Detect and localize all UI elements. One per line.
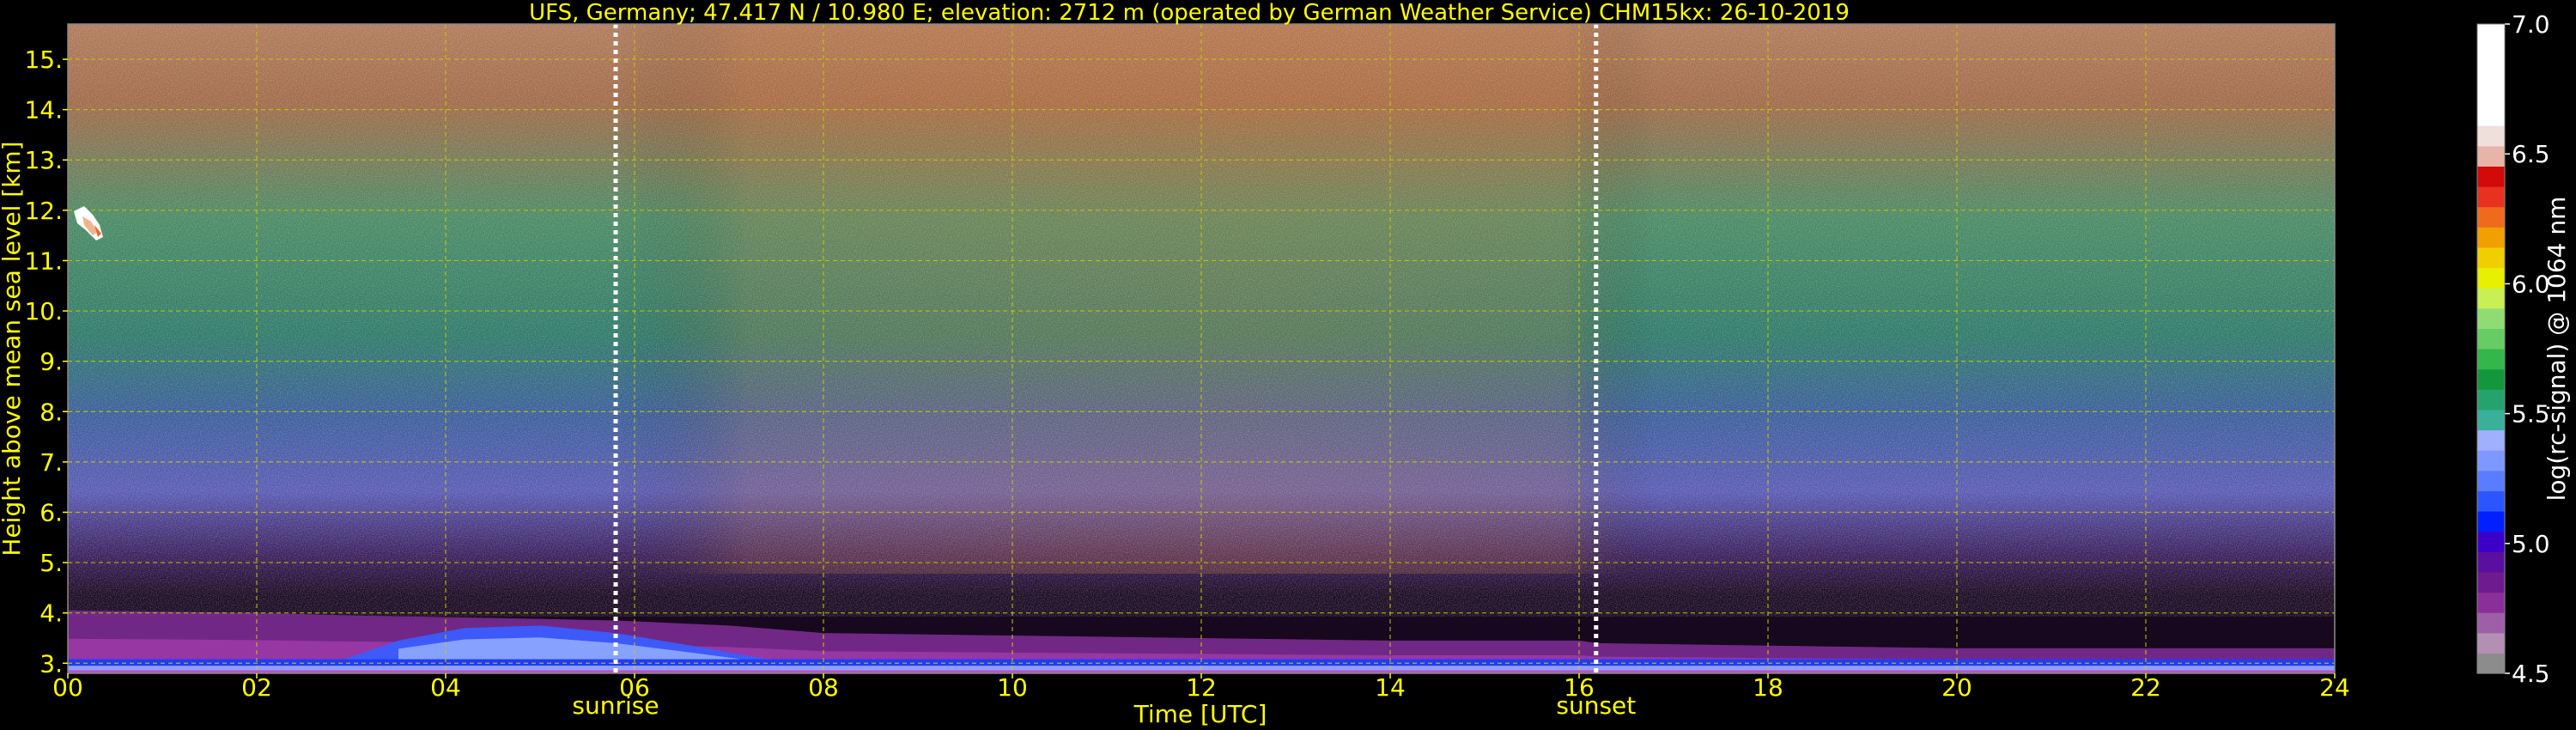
colorbar-segment — [2477, 267, 2505, 289]
colorbar-segment — [2477, 368, 2505, 390]
x-tick-label: 20 — [1941, 673, 1972, 702]
x-tick-label: 22 — [2130, 673, 2161, 702]
colorbar-label: log(rc-signal) @ 1064 nm — [2543, 197, 2571, 502]
colorbar-segment — [2477, 470, 2505, 491]
colorbar-tick-label: 7.0 — [2512, 10, 2550, 39]
colorbar-segment — [2477, 24, 2505, 46]
colorbar-segment — [2477, 349, 2505, 370]
y-tick-label: 6. — [39, 498, 63, 526]
colorbar-segment — [2477, 64, 2505, 86]
chart-title: UFS, Germany; 47.417 N / 10.980 E; eleva… — [529, 0, 1850, 26]
x-tick-label: 10 — [997, 673, 1028, 702]
colorbar-segment — [2477, 592, 2505, 613]
colorbar-segment — [2477, 409, 2505, 431]
colorbar-segment — [2477, 328, 2505, 350]
colorbar-segment — [2477, 227, 2505, 248]
x-tick-label: 14 — [1375, 673, 1406, 702]
y-tick-label: 8. — [39, 398, 63, 426]
colorbar-tick-label: 4.5 — [2512, 660, 2550, 688]
colorbar-segment — [2477, 632, 2505, 654]
colorbar-segment — [2477, 490, 2505, 512]
y-tick-label: 14. — [24, 96, 63, 125]
x-tick-label: 24 — [2319, 673, 2350, 702]
colorbar-segment — [2477, 145, 2505, 167]
y-tick-label: 12. — [24, 197, 63, 225]
colorbar-segment — [2477, 246, 2505, 269]
colorbar-segment — [2477, 307, 2505, 329]
x-tick-label: 04 — [430, 673, 461, 702]
colorbar-segment — [2477, 44, 2505, 65]
x-tick-label: 08 — [808, 673, 839, 702]
x-tick-label: 12 — [1186, 673, 1217, 702]
colorbar-segment — [2477, 551, 2505, 573]
colorbar-segment — [2477, 186, 2505, 208]
sunrise-label: sunrise — [572, 691, 659, 720]
colorbar-tick-label: 5.0 — [2512, 530, 2550, 558]
y-tick-label: 4. — [39, 599, 63, 628]
plot-area — [68, 24, 2335, 673]
y-tick-label: 9. — [39, 348, 63, 376]
sunset-label: sunset — [1556, 691, 1636, 720]
y-tick-label: 15. — [24, 46, 63, 74]
colorbar-segment — [2477, 531, 2505, 552]
colorbar-segment — [2477, 288, 2505, 309]
y-tick-label: 10. — [24, 297, 63, 325]
y-axis-label: Height above mean sea level [km] — [0, 141, 26, 556]
colorbar-segment — [2477, 105, 2505, 126]
colorbar-segment — [2477, 166, 2505, 187]
colorbar-segment — [2477, 429, 2505, 451]
y-tick-label: 5. — [39, 549, 63, 577]
y-tick-label: 13. — [24, 146, 63, 174]
x-tick-label: 02 — [241, 673, 272, 702]
colorbar-segment — [2477, 206, 2505, 228]
x-tick-label: 18 — [1753, 673, 1783, 702]
colorbar-segment — [2477, 84, 2505, 106]
colorbar-segment — [2477, 571, 2505, 593]
y-tick-label: 3. — [39, 649, 63, 678]
x-axis-label: Time [UTC] — [1133, 700, 1267, 728]
y-tick-label: 7. — [39, 448, 63, 477]
colorbar-segment — [2477, 511, 2505, 532]
colorbar-segment — [2477, 125, 2505, 147]
colorbar-segment — [2477, 450, 2505, 471]
ceilometer-chart: 00 02 04 06 08 10 12 14 16 18 20 22 24 3.4.5.6.7.8.9… — [0, 0, 2576, 730]
colorbar-segment — [2477, 612, 2505, 634]
colorbar-segment — [2477, 389, 2505, 411]
colorbar-tick-label: 6.5 — [2512, 140, 2550, 168]
colorbar-segment — [2477, 653, 2505, 674]
colorbar — [2477, 24, 2505, 674]
y-tick-label: 11. — [24, 246, 63, 275]
